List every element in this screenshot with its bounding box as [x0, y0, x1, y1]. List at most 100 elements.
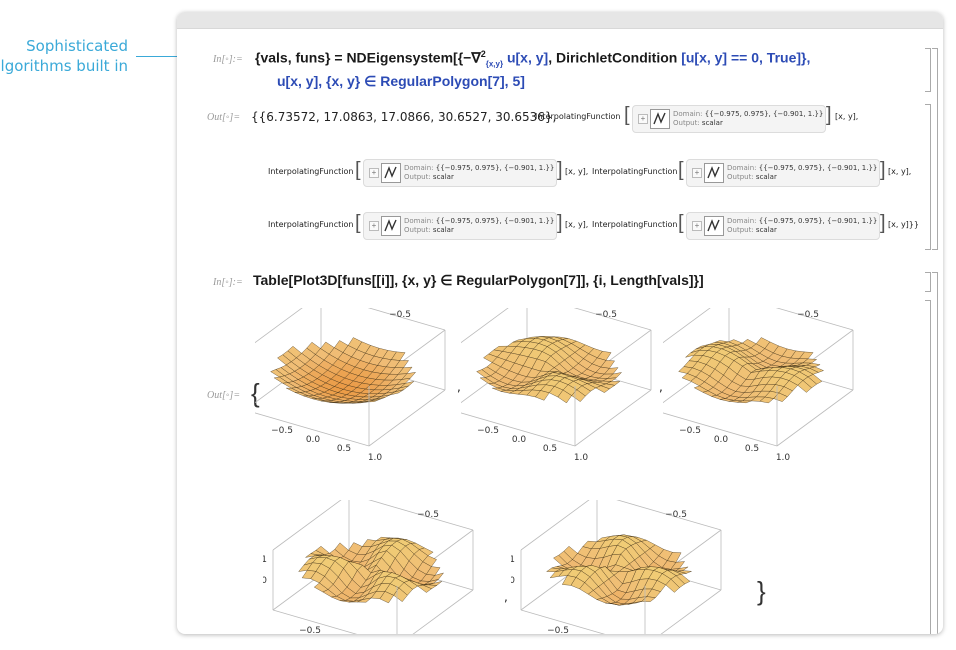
plot-box-edge	[573, 308, 652, 331]
out1-label: Out[◦]=	[207, 112, 241, 123]
plot-box-edge	[775, 308, 854, 331]
plot-box-edge	[412, 589, 474, 634]
expand-icon[interactable]: +	[369, 168, 379, 178]
group-bracket[interactable]	[932, 48, 938, 250]
domain-label: Domain:	[727, 164, 757, 172]
interp-args-2: [x, y],	[565, 167, 589, 176]
bracket: ]	[557, 159, 563, 181]
interp-name-3: InterpolatingFunction	[592, 167, 678, 176]
axis-tick-label: 1.0	[776, 453, 791, 463]
expand-icon[interactable]: +	[692, 221, 702, 231]
interp-name-4: InterpolatingFunction	[268, 220, 354, 229]
plot-box-edge	[574, 389, 652, 447]
axis-tick-label: 0	[511, 576, 515, 586]
input-cell-1-line2[interactable]: u[x, y], {x, y} ∈ RegularPolygon[7], 5]	[277, 73, 525, 90]
domain-label: Domain:	[673, 110, 703, 118]
window-titlebar[interactable]	[177, 12, 943, 29]
axis-tick-label: 1.0	[368, 453, 383, 463]
domain-value: {{−0.975, 0.975}, {−0.901, 1.}}	[435, 164, 555, 172]
axis-tick-label: −0.5	[417, 510, 439, 520]
plot3d-mode-5[interactable]: 1.00.5−0.5−0.50.00.51.010	[511, 500, 751, 634]
bracket: ]	[880, 159, 886, 181]
domain-label: Domain:	[727, 217, 757, 225]
bracket: ]	[557, 212, 563, 234]
axis-tick-label: −0.5	[299, 626, 321, 634]
axis-tick-label: 0.0	[306, 435, 321, 445]
interp-thumbnail-icon	[381, 216, 401, 236]
interp-name-2: InterpolatingFunction	[268, 167, 354, 176]
output-label: Output:	[404, 173, 431, 181]
plot-box-edge	[776, 389, 854, 447]
bracket: [	[624, 104, 630, 126]
interp-thumbnail-icon	[650, 109, 670, 129]
output-bracket[interactable]	[925, 300, 931, 634]
eigenvalues-text: {{6.73572, 17.0863, 17.0866, 30.6527, 30…	[251, 110, 557, 124]
axis-tick-label: −0.5	[797, 310, 819, 320]
bracket: [	[355, 212, 361, 234]
output-value: scalar	[432, 226, 454, 234]
group-bracket[interactable]	[932, 272, 938, 634]
expand-icon[interactable]: +	[369, 221, 379, 231]
in1-u: u[x, y]	[506, 49, 549, 66]
interp-name-5: InterpolatingFunction	[592, 220, 678, 229]
in1-cond: [u[x, y] == 0, True]},	[681, 49, 811, 66]
axis-tick-label: 0.5	[337, 444, 351, 454]
list-close-brace: }	[757, 576, 766, 606]
input-cell-2[interactable]: Table[Plot3D[funs[[i]], {x, y} ∈ Regular…	[253, 272, 704, 289]
interp-thumbnail-icon	[704, 216, 724, 236]
interp-thumbnail-icon	[381, 163, 401, 183]
axis-tick-label: −0.5	[547, 626, 569, 634]
axis-tick-label: −0.5	[679, 426, 701, 436]
axis-tick-label: 0.5	[359, 500, 373, 502]
in1-nabla: [{−∇	[453, 49, 481, 66]
axis-tick-label: −0.5	[271, 426, 293, 436]
plot3d-mode-4[interactable]: 1.00.5−0.5−0.50.00.51.010	[263, 500, 503, 634]
plot3d-mode-1[interactable]: 1.00.5−0.5−0.50.00.51.010−1−0.5−1.0	[255, 308, 455, 484]
interp-args-3: [x, y],	[888, 167, 912, 176]
out2-label: Out[◦]=	[207, 390, 241, 401]
output-label: Output:	[727, 226, 754, 234]
interp-name-1: InterpolatingFunction	[535, 112, 621, 121]
axis-tick-label: −0.5	[389, 310, 411, 320]
plot3d-mode-3[interactable]: 1.00.5−0.5−0.50.00.51.010−1−0.5−1.0	[663, 308, 863, 484]
notebook-window: In[◦]:= {vals, funs} = NDEigensystem[{−∇…	[177, 12, 943, 634]
interpolating-function-box[interactable]: + Domain: {{−0.975, 0.975}, {−0.901, 1.}…	[363, 212, 557, 240]
axis-tick-label: 0.5	[607, 500, 621, 502]
plot-box-edge	[520, 500, 590, 551]
in1-fn: = NDEigensystem	[334, 49, 454, 66]
cell-bracket[interactable]	[925, 48, 931, 92]
axis-tick-label: 1.0	[574, 453, 589, 463]
plot3d-mode-2[interactable]: 1.00.5−0.5−0.50.00.51.010−1−0.5−1.0	[461, 308, 661, 484]
output-label: Output:	[673, 119, 700, 127]
in1-dirichlet: , DirichletCondition	[548, 49, 678, 66]
expand-icon[interactable]: +	[638, 114, 648, 124]
plot-box-edge	[272, 500, 342, 551]
cell-bracket[interactable]	[925, 272, 931, 292]
plot-box-edge	[367, 308, 446, 331]
axis-tick-label: 0.5	[745, 444, 759, 454]
interp-thumbnail-icon	[704, 163, 724, 183]
output-bracket[interactable]	[925, 104, 931, 250]
bracket: [	[678, 159, 684, 181]
interpolating-function-box[interactable]: + Domain: {{−0.975, 0.975}, {−0.901, 1.}…	[686, 159, 880, 187]
axis-tick-label: 1	[263, 555, 267, 565]
interp-args-4: [x, y],	[565, 220, 589, 229]
output-value: scalar	[432, 173, 454, 181]
domain-label: Domain:	[404, 217, 434, 225]
expand-icon[interactable]: +	[692, 168, 702, 178]
domain-label: Domain:	[404, 164, 434, 172]
domain-value: {{−0.975, 0.975}, {−0.901, 1.}}	[435, 217, 555, 225]
axis-tick-label: 0.0	[714, 435, 729, 445]
in1-label: In[◦]:=	[213, 54, 243, 65]
in1-line2: u[x, y], {x, y} ∈ RegularPolygon[7], 5]	[277, 73, 525, 89]
interpolating-function-box[interactable]: + Domain: {{−0.975, 0.975}, {−0.901, 1.}…	[686, 212, 880, 240]
in1-sup: 2	[480, 49, 486, 59]
domain-value: {{−0.975, 0.975}, {−0.901, 1.}}	[704, 110, 824, 118]
interpolating-function-box[interactable]: + Domain: {{−0.975, 0.975}, {−0.901, 1.}…	[363, 159, 557, 187]
interp-args-5: [x, y]}}	[888, 220, 919, 229]
interpolating-function-box[interactable]: + Domain: {{−0.975, 0.975}, {−0.901, 1.}…	[632, 105, 826, 133]
axis-tick-label: 1	[511, 555, 515, 565]
input-cell-1-line1[interactable]: {vals, funs} = NDEigensystem[{−∇2{x,y} u…	[255, 49, 810, 68]
bracket: ]	[826, 104, 832, 126]
in2-label: In[◦]:=	[213, 277, 243, 288]
